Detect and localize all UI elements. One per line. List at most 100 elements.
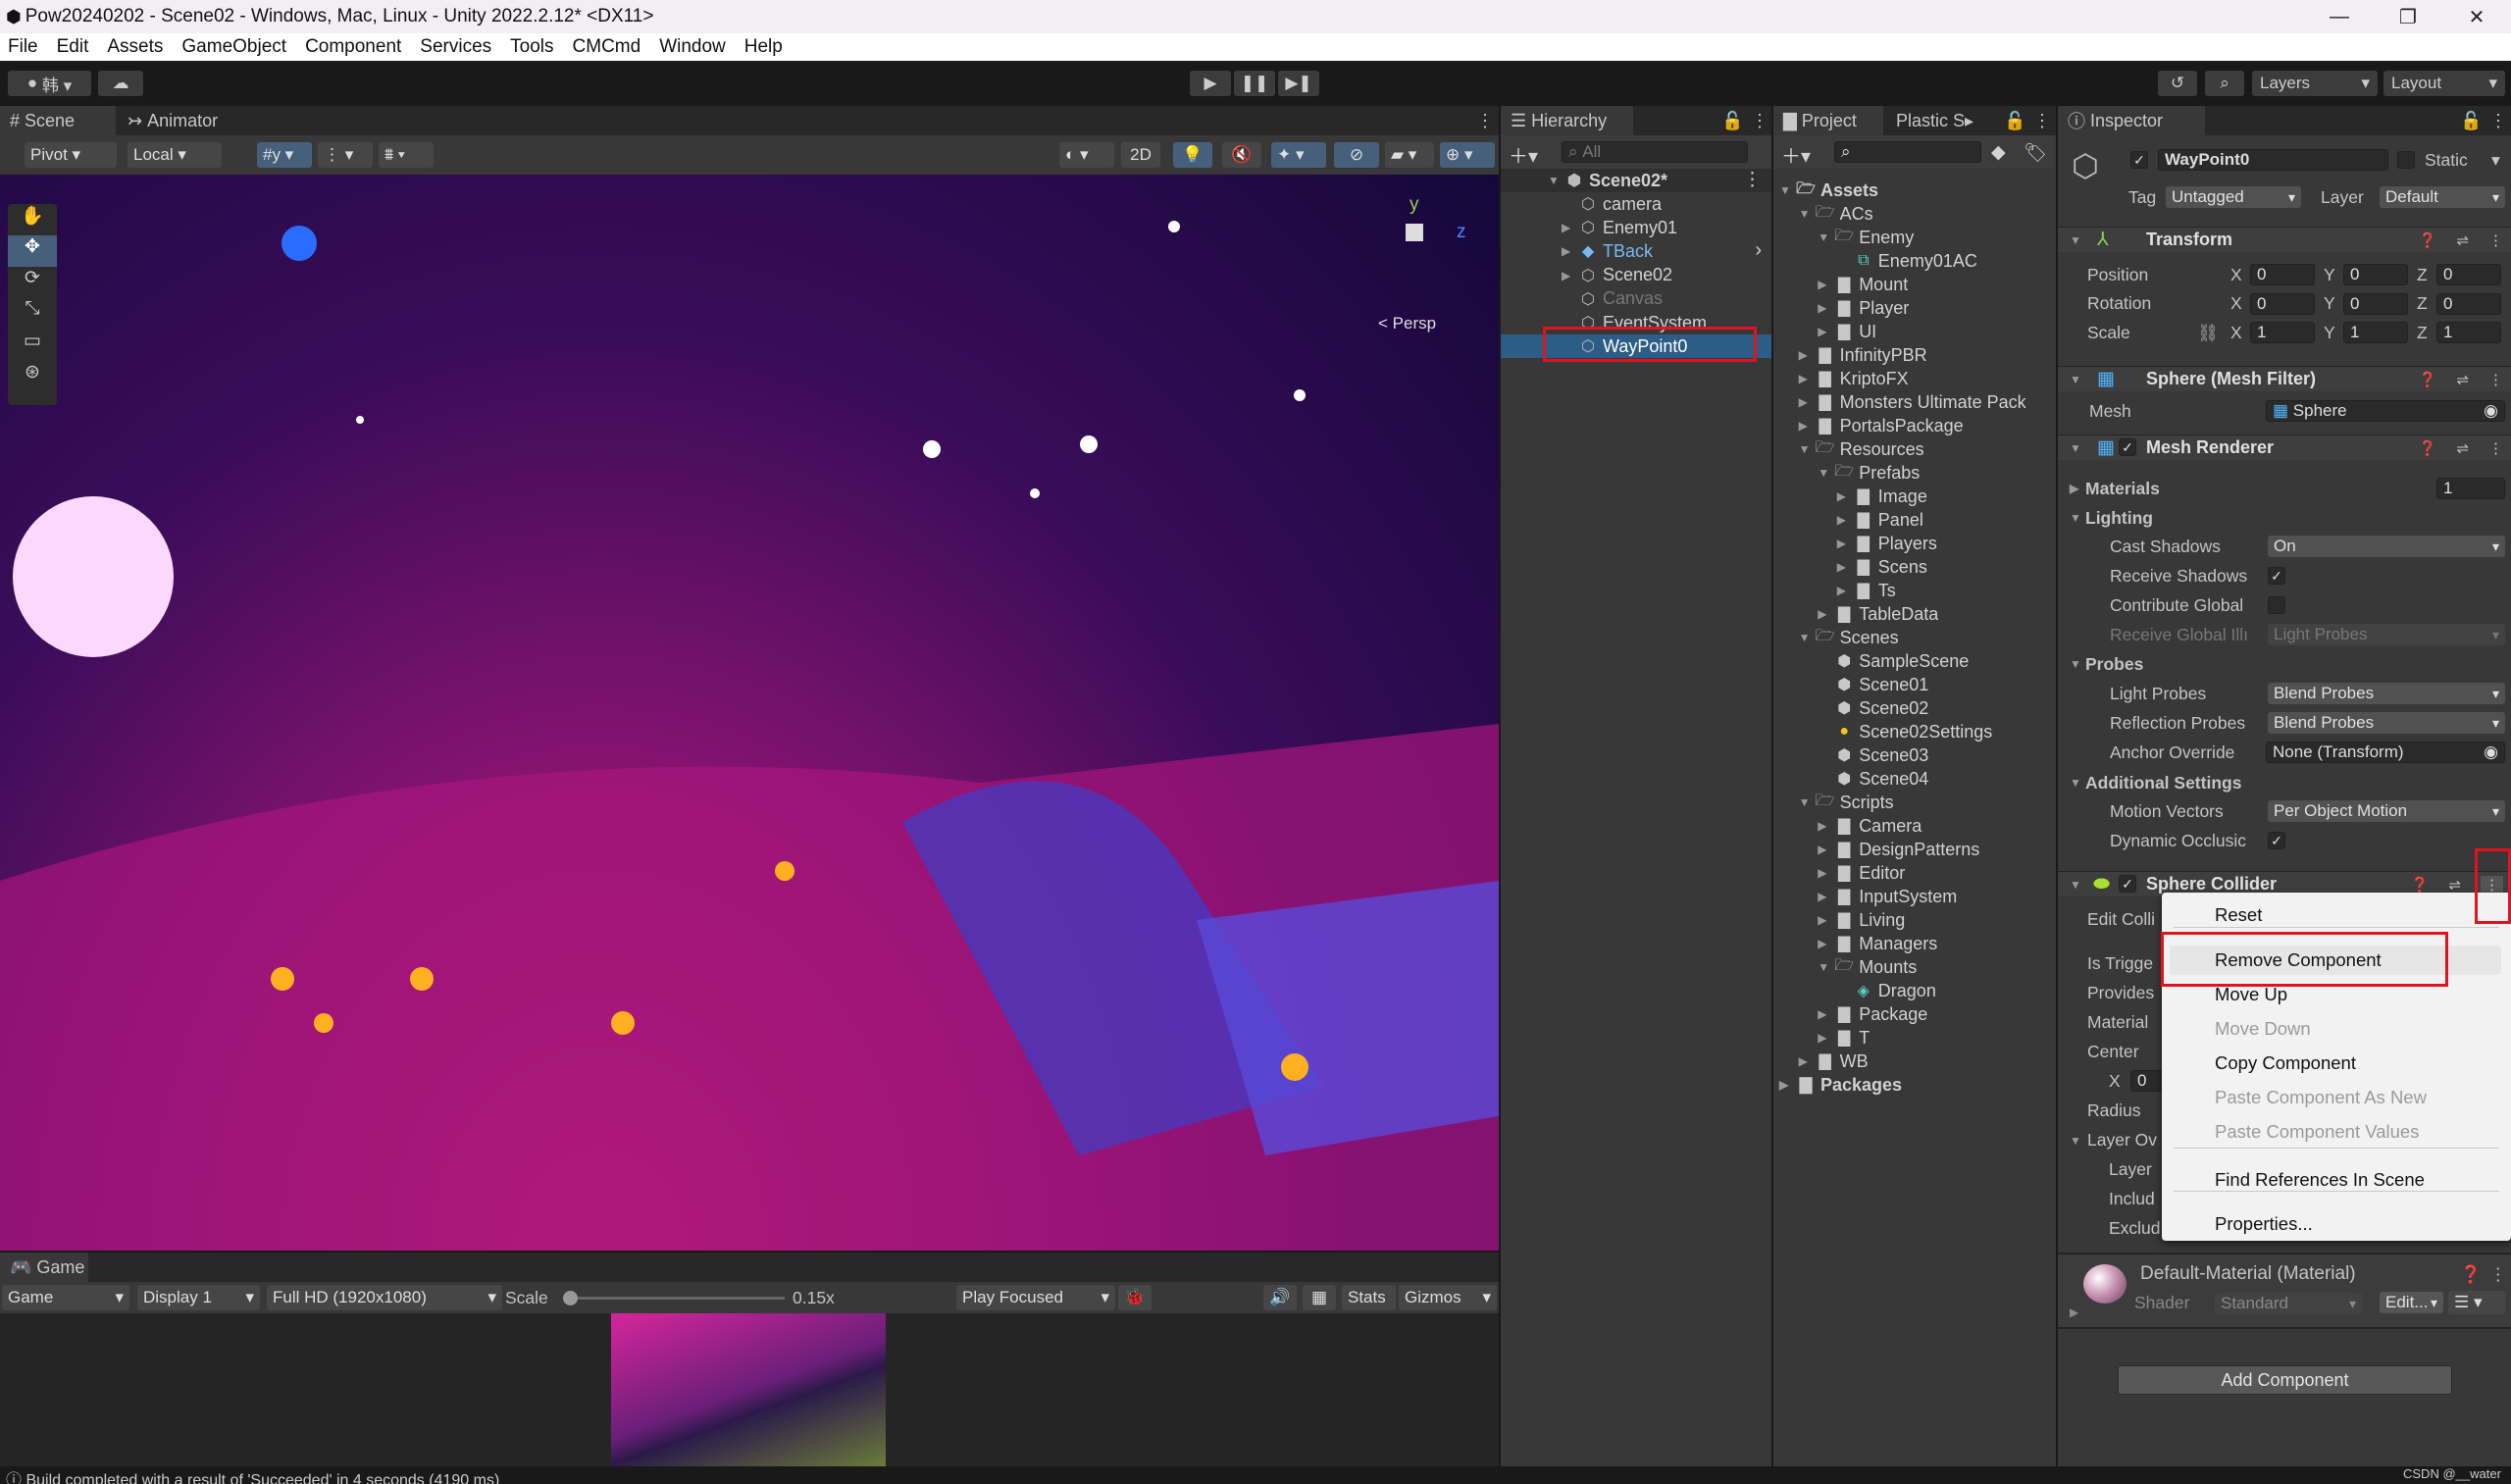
help-icon[interactable]: ❓ [2460,1262,2482,1286]
project-item[interactable]: ▶ ▇ Editor [1818,861,1905,885]
project-item[interactable]: ▼ 🗁 ACs [1799,202,1873,226]
help-icon[interactable]: ❓ [2419,231,2437,249]
shader-options-dropdown[interactable]: ☰ ▾ [2448,1291,2505,1314]
pivot-dropdown[interactable]: Pivot ▾ [25,142,117,168]
project-item[interactable]: ⬢ Scene04 [1818,767,1928,791]
cloud-button[interactable]: ☁ [98,71,143,96]
project-item[interactable]: ▶ ▇ Camera [1818,814,1922,838]
project-item[interactable]: ▶ ▇ T [1818,1026,1870,1049]
shader-dropdown[interactable]: Standard [2215,1293,2362,1314]
project-item[interactable]: ▶ ▇ InfinityPBR [1799,343,1927,367]
expand-arrow-icon[interactable]: ▶ [1837,537,1853,550]
collapse-arrow-icon[interactable]: ▼ [1818,960,1833,974]
project-item[interactable]: ⬢ Scene03 [1818,743,1928,767]
menu-tools[interactable]: Tools [510,36,553,58]
expand-arrow-icon[interactable]: ▶ [1799,372,1815,385]
expand-arrow-icon[interactable]: ▶ [1818,913,1833,927]
project-item[interactable]: ▶ ▇ Image [1837,485,1927,508]
project-item[interactable]: ▶ ▇ Panel [1837,508,1923,532]
step-button[interactable]: ▶❚ [1278,71,1319,96]
expand-arrow-icon[interactable]: ▶ [1818,325,1833,338]
pause-button[interactable]: ❚❚ [1234,71,1275,96]
project-more-menu[interactable]: ⋮ [2024,106,2061,135]
project-item[interactable]: ⬢ Scene02 [1818,696,1928,720]
component-menu-icon[interactable]: ⋮ [2488,371,2503,388]
rotate-tool-icon[interactable]: ⟳ [8,267,57,298]
motion-vectors-dropdown[interactable]: Per Object Motion [2268,800,2505,822]
project-item[interactable]: ▼ 🗁 Assets [1779,179,1878,202]
scene-more-icon[interactable]: ⋮ [1743,169,1762,191]
preset-icon[interactable]: ⇌ [2448,876,2461,894]
status-message[interactable]: Build completed with a result of 'Succee… [26,1472,499,1484]
expand-arrow-icon[interactable]: ▶ [1818,843,1833,856]
rotation-y-field[interactable]: 0 [2343,292,2408,315]
account-button[interactable]: ● 韩 ▾ [8,71,91,96]
expand-arrow-icon[interactable]: ▶ [1837,584,1853,597]
probes-foldout[interactable]: ▼ Probes [2070,652,2143,676]
collapse-arrow-icon[interactable]: ▼ [1799,442,1815,456]
chevron-right-icon[interactable]: › [1755,239,1762,262]
game-view[interactable] [0,1313,1499,1466]
constrain-proportions-icon[interactable]: ⛓ [2197,321,2219,344]
local-dropdown[interactable]: Local ▾ [128,142,222,168]
tab-project[interactable]: ▇ Project [1773,106,1883,135]
expand-arrow-icon[interactable]: ▶ [2070,1305,2078,1319]
project-item[interactable]: ▼ 🗁 Scenes [1799,626,1899,649]
project-item[interactable]: ▼ 🗁 Resources [1799,437,1924,461]
collapse-arrow-icon[interactable]: ▼ [1799,631,1815,644]
collapse-arrow-icon[interactable]: ▼ [1779,183,1795,197]
collapse-arrow-icon[interactable]: ▼ [1818,466,1833,480]
project-item[interactable]: ◈ Dragon [1837,979,1936,1002]
collapse-arrow-icon[interactable]: ▼ [2070,878,2085,892]
position-x-field[interactable]: 0 [2250,264,2315,285]
contribute-gi-checkbox[interactable] [2268,596,2285,614]
collapse-arrow-icon[interactable]: ▼ [1818,230,1833,244]
mesh-filter-header[interactable]: ▼ ▦ Sphere (Mesh Filter) ❓ ⇌ ⋮ [2058,366,2511,391]
project-search-input[interactable]: ⌕ [1834,141,1981,163]
static-checkbox[interactable] [2397,151,2415,169]
expand-arrow-icon[interactable]: ▶ [1818,278,1833,291]
help-icon[interactable]: ❓ [2419,439,2437,457]
preset-icon[interactable]: ⇌ [2456,371,2469,388]
menu-item-copy-component[interactable]: Copy Component [2162,1049,2511,1078]
filter-type-icon[interactable]: ◆ [1991,141,2006,164]
project-item[interactable]: ▶ ▇ InputSystem [1818,885,1957,908]
object-picker-icon[interactable]: ◉ [2484,401,2498,421]
expand-arrow-icon[interactable]: ▶ [1818,890,1833,903]
project-item[interactable]: ▶ ▇ DesignPatterns [1818,838,1979,861]
tag-dropdown[interactable]: Untagged [2166,186,2301,208]
receive-shadows-checkbox[interactable]: ✓ [2268,567,2285,585]
hierarchy-search-input[interactable]: ⌕ All [1562,141,1748,163]
expand-arrow-icon[interactable]: ▶ [1818,866,1833,880]
tab-inspector[interactable]: ⓘ Inspector [2058,106,2205,135]
scale-slider-handle[interactable] [563,1291,578,1305]
scale-slider[interactable] [563,1291,785,1305]
hierarchy-item[interactable]: ▶ ⬡ Scene02 [1501,264,1771,287]
menu-file[interactable]: File [8,36,38,58]
project-item[interactable]: ▶ ▇ KriptoFX [1799,367,1909,390]
audio-toggle[interactable]: 🔇 [1222,142,1261,168]
collapse-arrow-icon[interactable]: ▼ [2070,373,2085,386]
tab-scene[interactable]: # Scene [0,106,116,135]
project-item[interactable]: ▶ ▇ Ts [1837,579,1896,602]
transform-tool-icon[interactable]: ⊛ [8,361,57,392]
effects-dropdown[interactable]: ✦ ▾ [1271,142,1326,168]
expand-arrow-icon[interactable]: ▶ [1779,1078,1795,1092]
component-menu-icon[interactable]: ⋮ [2488,439,2503,457]
menu-item-properties[interactable]: Properties... [2162,1209,2511,1239]
light-probes-dropdown[interactable]: Blend Probes [2268,683,2505,704]
mesh-renderer-header[interactable]: ▼ ▦ ✓ Mesh Renderer ❓ ⇌ ⋮ [2058,435,2511,460]
menu-help[interactable]: Help [744,36,783,58]
perspective-label[interactable]: < Persp [1378,314,1436,333]
expand-arrow-icon[interactable]: ▶ [1562,221,1577,234]
minimize-button[interactable]: — [2305,0,2374,33]
project-item[interactable]: ▶ ▇ Players [1837,532,1937,555]
expand-arrow-icon[interactable]: ▶ [1818,937,1833,950]
maximize-button[interactable]: ❐ [2374,0,2442,33]
lighting-toggle[interactable]: 💡 [1173,142,1212,168]
scale-x-field[interactable]: 1 [2250,322,2315,343]
expand-arrow-icon[interactable]: ▶ [1818,301,1833,315]
search-button[interactable]: ⌕ [2205,71,2244,96]
expand-arrow-icon[interactable]: ▶ [1818,819,1833,833]
expand-arrow-icon[interactable]: ▼ [1548,174,1563,187]
